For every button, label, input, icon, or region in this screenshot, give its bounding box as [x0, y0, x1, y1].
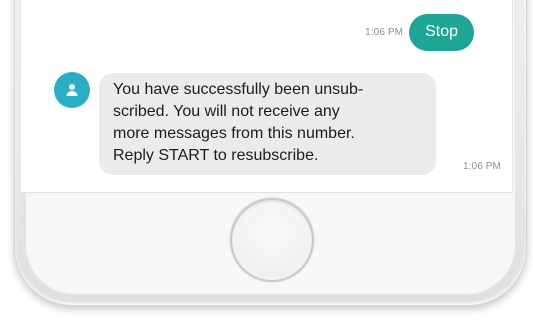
- message-thread[interactable]: 1:06 PM Stop You have successfully been …: [20, 0, 513, 193]
- received-timestamp: 1:06 PM: [463, 161, 501, 172]
- received-message-bubble[interactable]: You have successfully been unsub- scribe…: [99, 73, 436, 175]
- contact-avatar[interactable]: [54, 72, 90, 108]
- sent-message-bubble[interactable]: Stop: [409, 14, 474, 51]
- sent-message-row: 1:06 PM Stop: [365, 14, 474, 51]
- sent-timestamp: 1:06 PM: [365, 27, 404, 38]
- person-icon: [66, 84, 78, 96]
- home-button-face: [235, 203, 309, 277]
- home-button[interactable]: [232, 200, 312, 280]
